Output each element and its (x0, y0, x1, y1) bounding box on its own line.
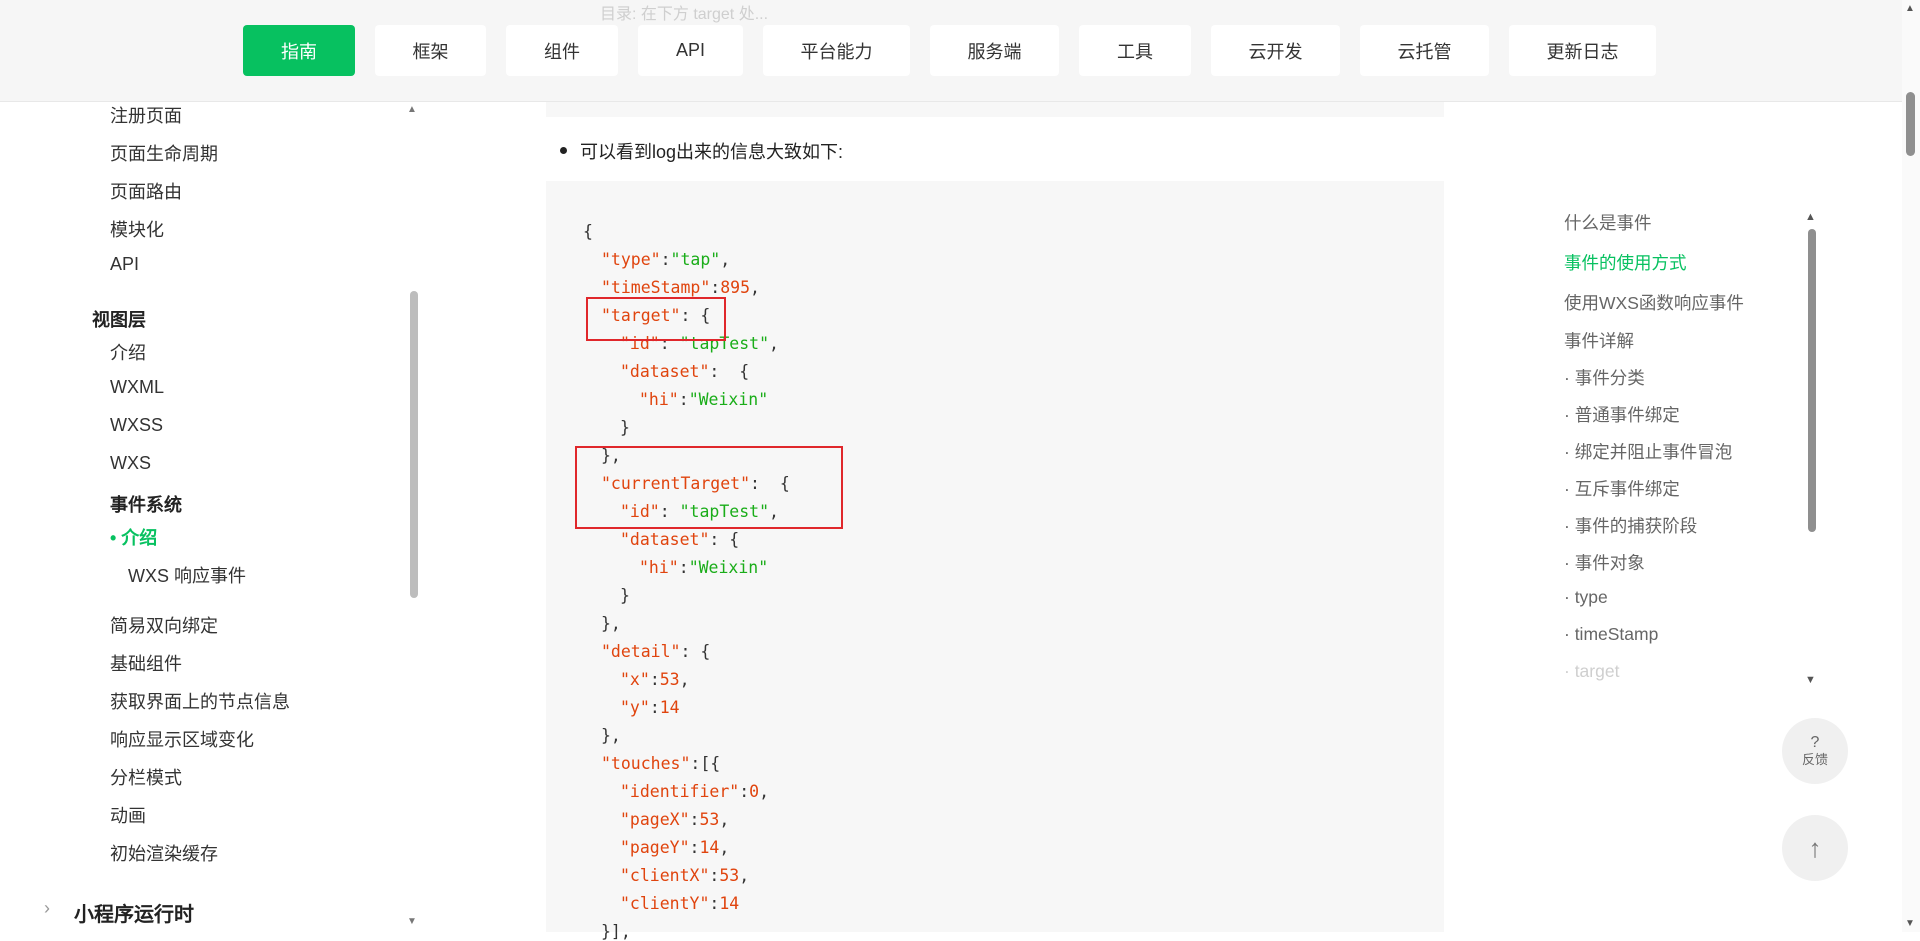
feedback-button[interactable]: ? 反馈 (1782, 718, 1848, 784)
toc-item[interactable]: · 普通事件绑定 (1564, 402, 1680, 427)
nav-tab-framework[interactable]: 框架 (375, 25, 486, 76)
sidebar-group-runtime[interactable]: 小程序运行时 (74, 898, 194, 927)
previous-code-block (546, 101, 1444, 117)
nav-tab-components[interactable]: 组件 (506, 25, 618, 76)
bullet-dot (560, 147, 567, 154)
sidebar-item-page-lifecycle[interactable]: 页面生命周期 (110, 140, 218, 166)
window-scroll-down-icon[interactable]: ▼ (1905, 918, 1915, 929)
window-scrollbar-thumb[interactable] (1906, 92, 1915, 156)
code-line: "clientX":53, (620, 866, 750, 885)
toc-item[interactable]: · 绑定并阻止事件冒泡 (1564, 439, 1732, 464)
sidebar-item-wxml[interactable]: WXML (110, 377, 164, 398)
sidebar-item-intro[interactable]: 介绍 (110, 339, 146, 365)
code-line: "dataset": { (620, 530, 740, 549)
code-line: "x":53, (620, 670, 690, 689)
nav-tab-api[interactable]: API (638, 25, 743, 76)
code-line: "timeStamp":895, (601, 278, 760, 297)
code-line: "pageY":14, (620, 838, 730, 857)
sidebar-item-split-mode[interactable]: 分栏模式 (110, 764, 182, 790)
toc-item[interactable]: 事件详解 (1564, 328, 1634, 353)
sidebar-scroll-down-icon[interactable]: ▼ (407, 916, 417, 927)
nav-tab-guide[interactable]: 指南 (243, 25, 355, 76)
code-line: "clientY":14 (620, 894, 740, 913)
nav-tab-changelog[interactable]: 更新日志 (1509, 25, 1656, 76)
question-icon: ? (1810, 734, 1820, 751)
toc-item[interactable]: · 事件的捕获阶段 (1564, 513, 1697, 538)
scrolled-ghost-text: 目录: 在下方 target 处... (600, 6, 769, 23)
nav-tab-cloud-dev[interactable]: 云开发 (1211, 25, 1340, 76)
code-line: "identifier":0, (620, 782, 770, 801)
sidebar-item-basic-components[interactable]: 基础组件 (110, 650, 182, 676)
toc-item[interactable]: · 事件分类 (1564, 365, 1645, 390)
nav-tab-platform[interactable]: 平台能力 (763, 25, 910, 76)
toc-item[interactable]: · 事件对象 (1564, 550, 1645, 575)
sidebar-item-node-info[interactable]: 获取界面上的节点信息 (110, 688, 290, 714)
code-line: "touches":[{ (601, 754, 721, 773)
code-line: "hi":"Weixin" (639, 558, 769, 577)
sidebar-item-page-route[interactable]: 页面路由 (110, 178, 182, 204)
sidebar-item-animation[interactable]: 动画 (110, 802, 146, 828)
window-scroll-up-icon[interactable]: ▲ (1905, 3, 1915, 14)
code-line: "pageX":53, (620, 810, 730, 829)
sidebar-group-view-layer[interactable]: 视图层 (92, 306, 146, 332)
toc-item[interactable]: · 互斥事件绑定 (1564, 476, 1680, 501)
sidebar-item-initial-render-cache[interactable]: 初始渲染缓存 (110, 840, 218, 866)
nav-tab-tools[interactable]: 工具 (1079, 25, 1191, 76)
highlight-box-target (586, 297, 726, 341)
sidebar-item-two-way-binding[interactable]: 简易双向绑定 (110, 612, 218, 638)
sidebar-item-resize[interactable]: 响应显示区域变化 (110, 726, 254, 752)
code-line: } (620, 586, 630, 605)
sidebar-group-event-system[interactable]: 事件系统 (110, 491, 182, 517)
sidebar-scrollbar-thumb[interactable] (410, 291, 418, 598)
toc-item-active[interactable]: 事件的使用方式 (1564, 250, 1687, 275)
bullet-text: 可以看到log出来的信息大致如下: (580, 142, 844, 162)
sidebar-item-event-intro[interactable]: • 介绍 (110, 524, 157, 550)
sidebar-item-wxs[interactable]: WXS (110, 453, 151, 474)
code-line: { (583, 222, 593, 241)
code-line: "y":14 (620, 698, 680, 717)
nav-tab-cloud-hosting[interactable]: 云托管 (1360, 25, 1489, 76)
top-navigation: 目录: 在下方 target 处... 指南 框架 组件 API 平台能力 服务… (0, 0, 1902, 102)
chevron-right-icon[interactable]: › (44, 898, 50, 919)
toc-item[interactable]: · target (1564, 661, 1619, 682)
code-line: }, (601, 726, 621, 745)
sidebar-scroll-up-icon[interactable]: ▲ (407, 104, 417, 115)
code-line: }, (601, 614, 621, 633)
toc-scroll-down-icon[interactable]: ▼ (1805, 674, 1816, 686)
toc-item[interactable]: · type (1564, 587, 1608, 608)
code-line: "type":"tap", (601, 250, 731, 269)
feedback-label: 反馈 (1801, 752, 1828, 767)
toc-item[interactable]: 什么是事件 (1564, 210, 1652, 235)
sidebar-item-api[interactable]: API (110, 254, 139, 275)
code-line: "detail": { (601, 642, 711, 661)
toc-item[interactable]: 使用WXS函数响应事件 (1564, 290, 1744, 315)
sidebar-item-modularization[interactable]: 模块化 (110, 216, 164, 242)
arrow-up-icon: ↑ (1808, 832, 1822, 863)
toc-scroll-up-icon[interactable]: ▲ (1805, 211, 1816, 223)
nav-tab-server[interactable]: 服务端 (930, 25, 1059, 76)
code-line: "hi":"Weixin" (639, 390, 769, 409)
sidebar-item-wxss[interactable]: WXSS (110, 415, 163, 436)
toc-scrollbar-thumb[interactable] (1808, 229, 1816, 532)
toc-item[interactable]: · timeStamp (1564, 624, 1658, 645)
highlight-box-current-target (575, 446, 843, 529)
back-to-top-button[interactable]: ↑ (1782, 815, 1848, 881)
code-line: } (620, 418, 630, 437)
code-line: "dataset": { (620, 362, 750, 381)
sidebar-item-register-page[interactable]: 注册页面 (110, 102, 182, 128)
sidebar-item-wxs-response-event[interactable]: WXS 响应事件 (128, 562, 246, 588)
